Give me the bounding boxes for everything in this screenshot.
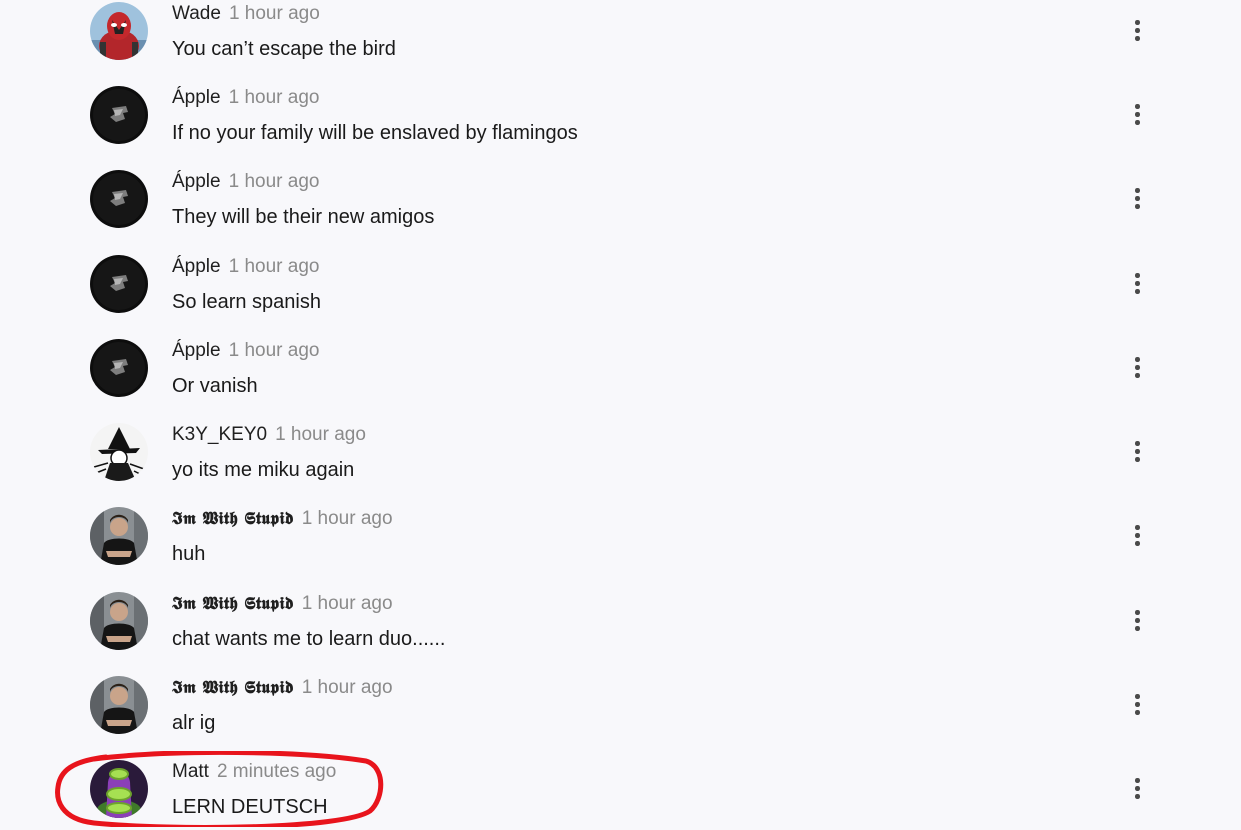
chat-message: Wade 1 hour ago You can’t escape the bird <box>0 0 1241 84</box>
man-photo-avatar[interactable] <box>90 507 148 565</box>
message-header: Ápple 1 hour ago <box>172 170 319 194</box>
message-text: If no your family will be enslaved by fl… <box>172 122 578 144</box>
author-name[interactable]: 𝕴𝖒 𝖂𝖎𝖙𝖍 𝕾𝖙𝖚𝖕𝖎𝖉 <box>172 509 294 529</box>
message-text: They will be their new amigos <box>172 206 435 228</box>
message-header: 𝕴𝖒 𝖂𝖎𝖙𝖍 𝕾𝖙𝖚𝖕𝖎𝖉 1 hour ago <box>172 676 393 700</box>
message-text: Or vanish <box>172 375 258 397</box>
witch-sketch-avatar[interactable] <box>90 423 148 481</box>
author-name[interactable]: 𝕴𝖒 𝖂𝖎𝖙𝖍 𝕾𝖙𝖚𝖕𝖎𝖉 <box>172 594 294 614</box>
author-name[interactable]: K3Y_KEY0 <box>172 424 267 445</box>
more-vertical-icon[interactable] <box>1126 523 1148 547</box>
message-header: Ápple 1 hour ago <box>172 255 319 279</box>
message-text: You can’t escape the bird <box>172 38 396 60</box>
author-name[interactable]: Ápple <box>172 340 221 361</box>
message-timestamp: 1 hour ago <box>301 508 393 529</box>
message-header: K3Y_KEY0 1 hour ago <box>172 423 366 447</box>
author-name[interactable]: Wade <box>172 3 221 24</box>
deadpool-avatar[interactable] <box>90 2 148 60</box>
author-name[interactable]: 𝕴𝖒 𝖂𝖎𝖙𝖍 𝕾𝖙𝖚𝖕𝖎𝖉 <box>172 678 294 698</box>
dark-logo-avatar[interactable] <box>90 170 148 228</box>
message-text: chat wants me to learn duo...... <box>172 628 446 650</box>
more-vertical-icon[interactable] <box>1126 776 1148 800</box>
message-timestamp: 1 hour ago <box>228 3 320 24</box>
message-header: Ápple 1 hour ago <box>172 86 319 110</box>
message-timestamp: 1 hour ago <box>301 677 393 698</box>
message-header: Matt 2 minutes ago <box>172 760 336 784</box>
more-vertical-icon[interactable] <box>1126 102 1148 126</box>
chat-message: Ápple 1 hour ago Or vanish <box>0 337 1241 421</box>
message-header: 𝕴𝖒 𝖂𝖎𝖙𝖍 𝕾𝖙𝖚𝖕𝖎𝖉 1 hour ago <box>172 507 393 531</box>
message-header: 𝕴𝖒 𝖂𝖎𝖙𝖍 𝕾𝖙𝖚𝖕𝖎𝖉 1 hour ago <box>172 592 393 616</box>
dark-logo-avatar[interactable] <box>90 339 148 397</box>
more-vertical-icon[interactable] <box>1126 186 1148 210</box>
man-photo-avatar[interactable] <box>90 676 148 734</box>
message-header: Wade 1 hour ago <box>172 2 320 26</box>
author-name[interactable]: Ápple <box>172 171 221 192</box>
chat-message: Ápple 1 hour ago So learn spanish <box>0 253 1241 337</box>
chat-message: Matt 2 minutes ago LERN DEUTSCH <box>0 758 1241 830</box>
message-timestamp: 1 hour ago <box>228 256 320 277</box>
author-name[interactable]: Matt <box>172 761 209 782</box>
more-vertical-icon[interactable] <box>1126 355 1148 379</box>
message-header: Ápple 1 hour ago <box>172 339 319 363</box>
more-vertical-icon[interactable] <box>1126 18 1148 42</box>
chat-message: Ápple 1 hour ago If no your family will be… <box>0 84 1241 168</box>
message-timestamp: 1 hour ago <box>228 87 320 108</box>
chat-message: 𝕴𝖒 𝖂𝖎𝖙𝖍 𝕾𝖙𝖚𝖕𝖎𝖉 1 hour ago alr ig <box>0 674 1241 758</box>
more-vertical-icon[interactable] <box>1126 692 1148 716</box>
message-text: huh <box>172 543 206 565</box>
chat-message-list: Wade 1 hour ago You can’t escape the bird Á… <box>0 0 1241 830</box>
man-photo-avatar[interactable] <box>90 592 148 650</box>
message-text: yo its me miku again <box>172 459 355 481</box>
message-text: So learn spanish <box>172 291 321 313</box>
more-vertical-icon[interactable] <box>1126 608 1148 632</box>
message-timestamp: 1 hour ago <box>228 171 320 192</box>
more-vertical-icon[interactable] <box>1126 439 1148 463</box>
message-timestamp: 1 hour ago <box>228 340 320 361</box>
chat-message: Ápple 1 hour ago They will be their new am… <box>0 168 1241 252</box>
chat-message: 𝕴𝖒 𝖂𝖎𝖙𝖍 𝕾𝖙𝖚𝖕𝖎𝖉 1 hour ago huh <box>0 505 1241 589</box>
message-text: LERN DEUTSCH <box>172 796 328 818</box>
message-timestamp: 1 hour ago <box>275 424 366 445</box>
chat-message: 𝕴𝖒 𝖂𝖎𝖙𝖍 𝕾𝖙𝖚𝖕𝖎𝖉 1 hour ago chat wants me to… <box>0 590 1241 674</box>
more-vertical-icon[interactable] <box>1126 271 1148 295</box>
purple-tentacle-avatar[interactable] <box>90 760 148 818</box>
dark-logo-avatar[interactable] <box>90 255 148 313</box>
chat-message: K3Y_KEY0 1 hour ago yo its me miku again <box>0 421 1241 505</box>
message-timestamp: 1 hour ago <box>301 593 393 614</box>
message-text: alr ig <box>172 712 216 734</box>
author-name[interactable]: Ápple <box>172 256 221 277</box>
message-timestamp: 2 minutes ago <box>216 761 337 782</box>
author-name[interactable]: Ápple <box>172 87 221 108</box>
dark-logo-avatar[interactable] <box>90 86 148 144</box>
